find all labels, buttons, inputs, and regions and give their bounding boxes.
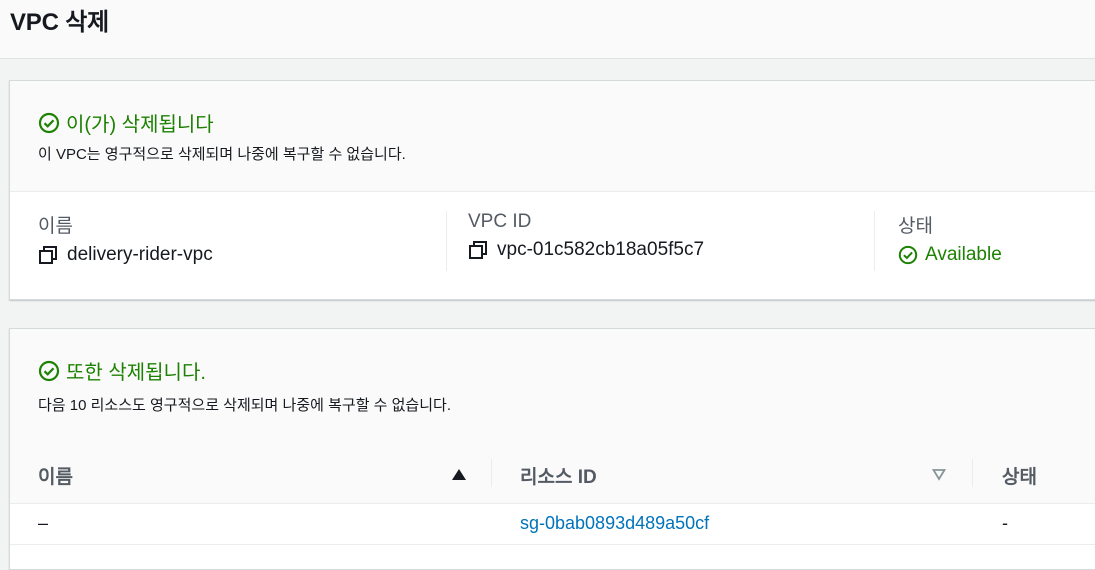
page-header: VPC 삭제: [0, 0, 1095, 59]
vpc-id-text: vpc-01c582cb18a05f5c7: [497, 239, 705, 260]
copy-icon[interactable]: [38, 245, 58, 265]
row-state-cell: -: [1002, 513, 1008, 533]
vpc-delete-card: 이(가) 삭제됩니다 이 VPC는 영구적으로 삭제되며 나중에 복구할 수 없…: [9, 80, 1095, 300]
vpc-notice: 이(가) 삭제됩니다 이 VPC는 영구적으로 삭제되며 나중에 복구할 수 없…: [10, 81, 1095, 192]
vpc-name-text: delivery-rider-vpc: [67, 244, 213, 265]
row-resource-id-link[interactable]: sg-0bab0893d489a50cf: [520, 513, 709, 534]
vpc-state-label: 상태: [898, 216, 933, 237]
vpc-id-property: VPC ID vpc-01c582cb18a05f5c7: [468, 211, 704, 273]
sort-descending-icon[interactable]: [932, 468, 946, 481]
copy-icon[interactable]: [468, 240, 488, 260]
check-circle-icon: [38, 360, 60, 381]
vpc-name-property: 이름 delivery-rider-vpc: [38, 211, 213, 273]
vpc-state-text: Available: [925, 244, 1002, 265]
page-title: VPC 삭제: [10, 9, 109, 36]
resources-notice: 또한 삭제됩니다. 다음 10 리소스도 영구적으로 삭제되며 나중에 복구할 …: [10, 329, 1095, 447]
vpc-state-value: Available: [898, 244, 1002, 266]
check-circle-icon: [38, 112, 60, 133]
vpc-state-property: 상태 Available: [898, 211, 1002, 273]
column-header-resource-id[interactable]: 리소스 ID: [520, 462, 597, 489]
resources-notice-description: 다음 10 리소스도 영구적으로 삭제되며 나중에 복구할 수 없습니다.: [38, 397, 451, 414]
column-header-state[interactable]: 상태: [1002, 462, 1037, 489]
vpc-name-value: delivery-rider-vpc: [38, 244, 213, 266]
vpc-name-label: 이름: [38, 216, 73, 237]
table-row: – sg-0bab0893d489a50cf -: [10, 504, 1095, 545]
column-header-name[interactable]: 이름: [38, 462, 73, 489]
sort-ascending-icon[interactable]: [452, 469, 466, 480]
resources-notice-title: 또한 삭제됩니다.: [38, 356, 206, 385]
check-circle-icon: [898, 245, 918, 265]
vpc-notice-description: 이 VPC는 영구적으로 삭제되며 나중에 복구할 수 없습니다.: [38, 146, 406, 163]
property-divider: [446, 211, 447, 271]
vpc-notice-title-text: 이(가) 삭제됩니다: [66, 114, 214, 136]
property-divider: [874, 211, 875, 271]
vpc-properties: 이름 delivery-rider-vpc VPC ID vpc-01c582c…: [10, 191, 1095, 299]
row-name-cell: –: [38, 513, 49, 533]
resources-table-header: 이름 리소스 ID 상태: [10, 446, 1095, 504]
vpc-notice-title: 이(가) 삭제됩니다: [38, 108, 214, 137]
resources-delete-card: 또한 삭제됩니다. 다음 10 리소스도 영구적으로 삭제되며 나중에 복구할 …: [9, 328, 1095, 570]
vpc-id-value: vpc-01c582cb18a05f5c7: [468, 239, 704, 261]
column-divider: [491, 459, 492, 487]
column-divider: [972, 459, 973, 487]
resources-notice-title-text: 또한 삭제됩니다.: [66, 362, 206, 384]
vpc-id-label: VPC ID: [468, 211, 532, 232]
